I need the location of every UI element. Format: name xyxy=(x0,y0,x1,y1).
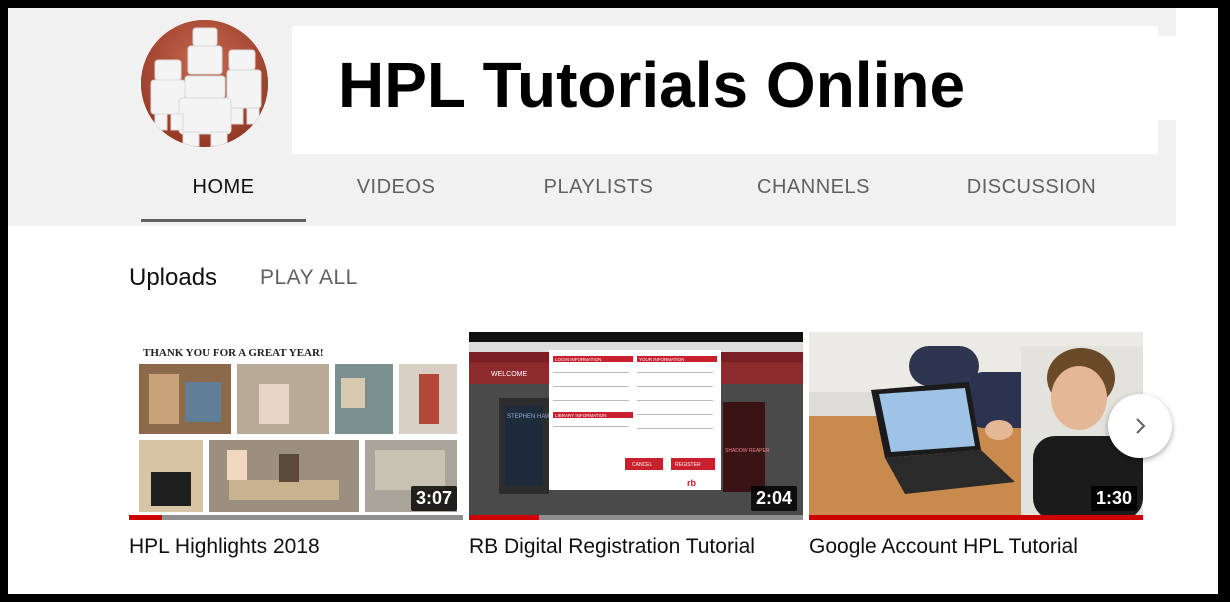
watch-progress xyxy=(129,515,463,520)
tab-discussion[interactable]: DISCUSSION xyxy=(949,158,1114,224)
tab-home[interactable]: HOME xyxy=(141,158,306,224)
thumb-logo: rb xyxy=(687,478,697,488)
channel-avatar[interactable] xyxy=(141,20,268,147)
video-title[interactable]: HPL Highlights 2018 xyxy=(129,534,429,560)
duration-badge: 1:30 xyxy=(1090,486,1137,511)
video-card[interactable]: WELCOME STEPHEN HAWKING SHADOW REAPER LO… xyxy=(469,332,803,560)
thumb-welcome: WELCOME xyxy=(491,371,528,378)
video-card[interactable]: THANK YOU FOR A GREAT YEAR! 3:07 HPL Hig… xyxy=(129,332,463,560)
robot-figurines-image xyxy=(141,20,268,147)
video-thumbnail[interactable]: WELCOME STEPHEN HAWKING SHADOW REAPER LO… xyxy=(469,332,803,520)
duration-badge: 2:04 xyxy=(750,486,797,511)
tab-playlists[interactable]: PLAYLISTS xyxy=(516,158,681,224)
carousel-next-button[interactable] xyxy=(1108,394,1172,458)
section-title: Uploads xyxy=(129,264,218,291)
thumb-library-info: LIBRARY INFORMATION xyxy=(555,413,607,418)
thumb-your-info: YOUR INFORMATION xyxy=(639,357,684,362)
channel-title-banner: HPL Tutorials Online xyxy=(292,26,1218,154)
channel-page: HPL Tutorials Online HOME VIDEOS PLAYLIS… xyxy=(8,8,1218,594)
page-title: HPL Tutorials Online xyxy=(338,49,966,121)
video-thumbnail[interactable]: 1:30 xyxy=(809,332,1143,520)
thumb-cancel: CANCEL xyxy=(632,462,653,468)
thumb-caption: THANK YOU FOR A GREAT YEAR! xyxy=(143,347,324,359)
tab-channels[interactable]: CHANNELS xyxy=(731,158,896,224)
watch-progress xyxy=(809,515,1143,520)
thumb-register: REGISTER xyxy=(675,462,701,468)
play-all-button[interactable]: PLAY ALL xyxy=(260,266,358,290)
tab-videos[interactable]: VIDEOS xyxy=(326,158,466,224)
active-tab-indicator xyxy=(141,219,306,222)
watch-progress xyxy=(469,515,803,520)
video-card[interactable]: 1:30 Google Account HPL Tutorial xyxy=(809,332,1143,560)
thumb-book2: SHADOW REAPER xyxy=(725,448,770,454)
chevron-right-icon xyxy=(1136,418,1146,434)
duration-badge: 3:07 xyxy=(410,486,457,511)
video-thumbnail[interactable]: THANK YOU FOR A GREAT YEAR! 3:07 xyxy=(129,332,463,520)
thumb-login-info: LOGIN INFORMATION xyxy=(555,357,601,362)
video-title[interactable]: RB Digital Registration Tutorial xyxy=(469,534,769,560)
video-title[interactable]: Google Account HPL Tutorial xyxy=(809,534,1109,560)
